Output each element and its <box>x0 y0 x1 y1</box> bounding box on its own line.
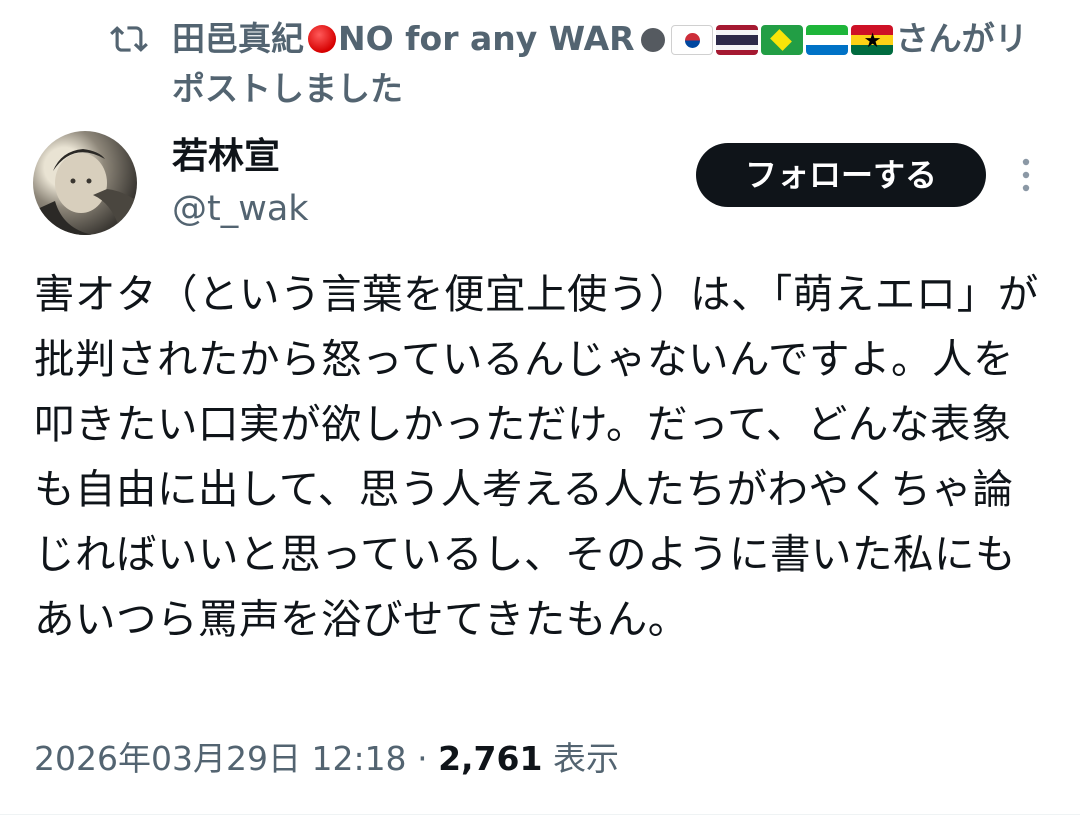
flag-ghana-icon <box>850 25 893 55</box>
views-label: 表示 <box>552 739 619 778</box>
red-circle-icon <box>308 25 336 53</box>
flag-brazil-icon <box>760 25 803 55</box>
repost-text[interactable]: 田邑真紀NO for any WARさんがリポストしました <box>172 14 1052 114</box>
tweet-text: 害オタ（という言葉を便宜上使う）は、「萌えエロ」が批判されたから怒っているんじゃ… <box>34 270 1039 643</box>
repost-header[interactable]: 田邑真紀NO for any WARさんがリポストしました <box>110 14 1070 114</box>
views-count: 2,761 <box>438 739 543 778</box>
author-display-name[interactable]: 若林宣 <box>172 132 280 182</box>
repost-icon <box>110 26 148 52</box>
black-circle-icon <box>640 28 665 52</box>
reposter-name-suffix: NO for any WAR <box>338 19 635 58</box>
author-handle[interactable]: @t_wak <box>172 184 309 234</box>
follow-button[interactable]: フォローする <box>696 143 986 207</box>
flag-sierra-leone-icon <box>805 25 848 55</box>
flag-thailand-icon <box>715 25 758 55</box>
avatar[interactable] <box>33 131 137 235</box>
flag-south-korea-icon <box>670 25 713 55</box>
tweet-timestamp[interactable]: 2026年03月29日 12:18 <box>34 739 407 778</box>
tweet-meta: 2026年03月29日 12:18 · 2,761 表示 <box>34 734 619 784</box>
avatar-photo <box>33 149 137 235</box>
divider <box>0 814 1080 815</box>
reposter-name: 田邑真紀 <box>172 19 304 58</box>
meta-separator: · <box>417 739 428 778</box>
more-options-icon[interactable] <box>1014 156 1038 194</box>
